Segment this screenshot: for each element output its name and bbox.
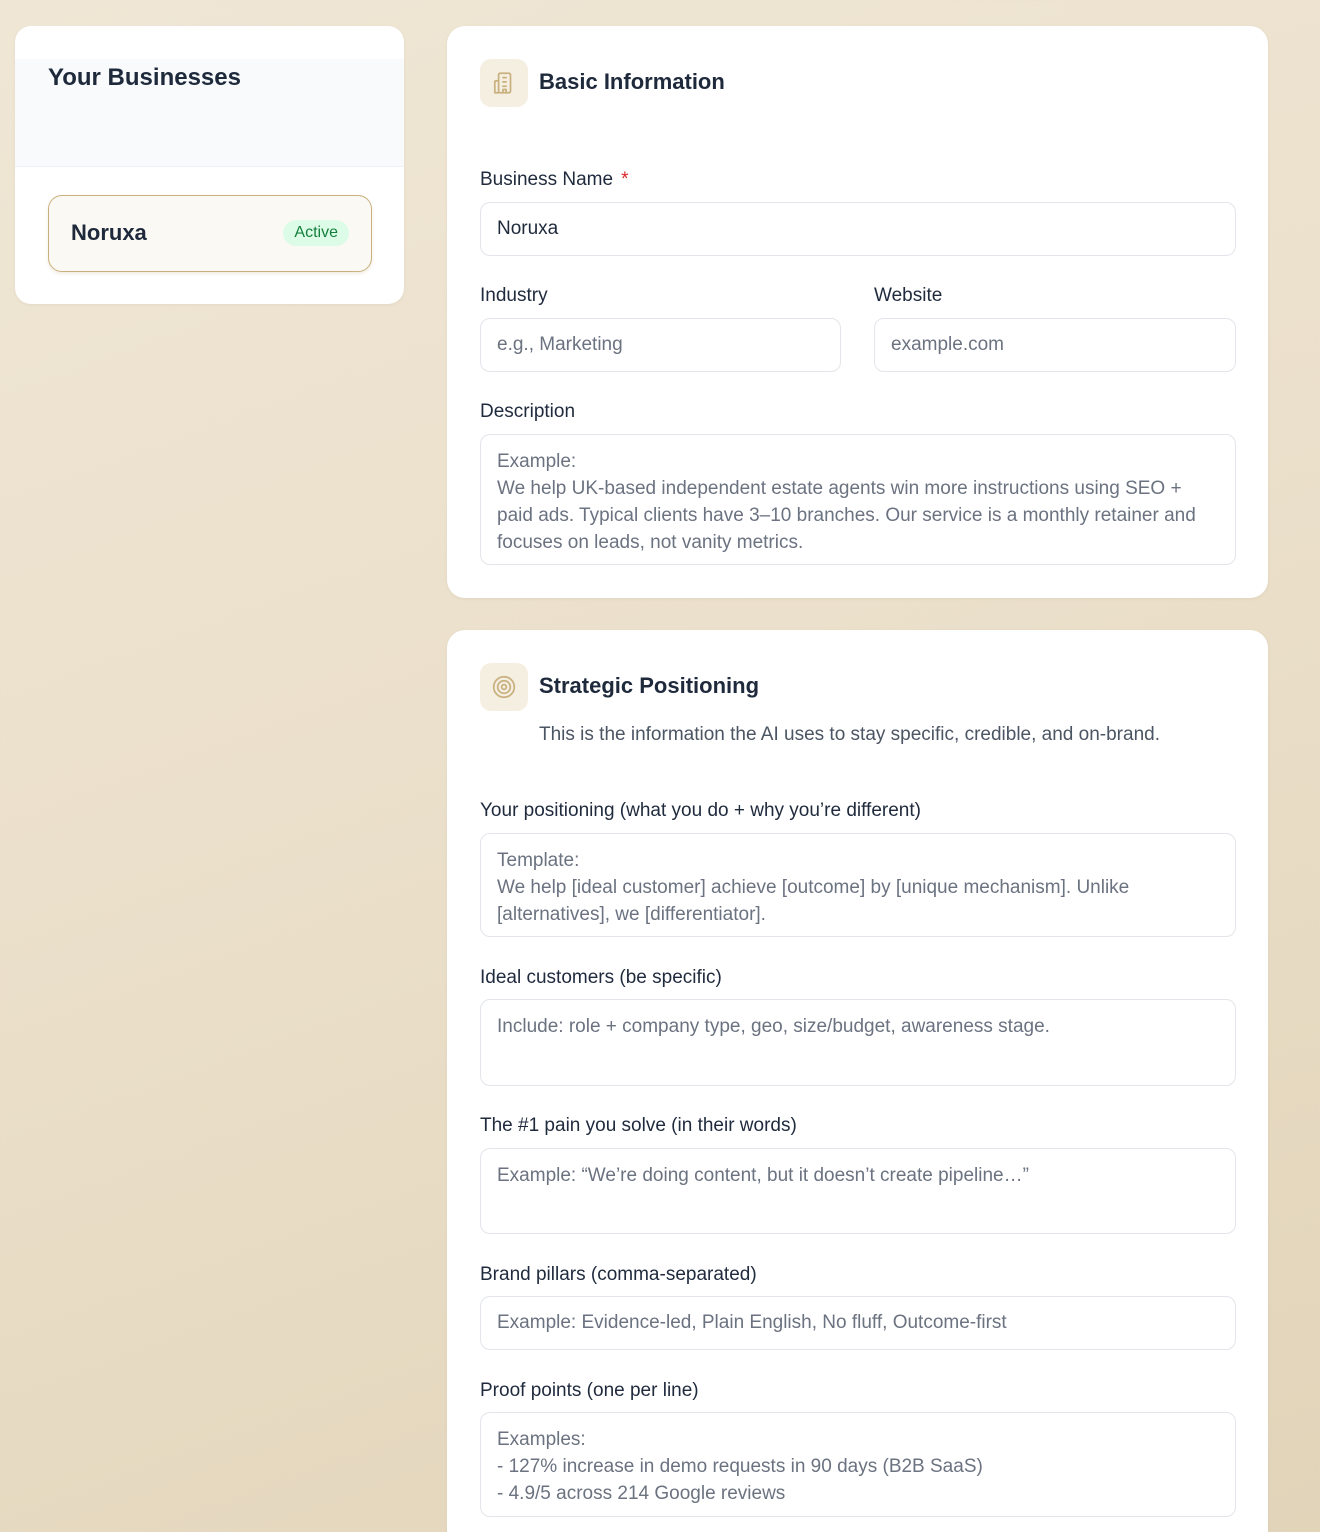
positioning-textarea[interactable] [480, 833, 1236, 937]
business-name-label: Business Name * [480, 169, 628, 191]
business-name: Noruxa [71, 220, 147, 245]
strategic-positioning-card: Strategic Positioning This is the inform… [447, 630, 1268, 1532]
strategic-positioning-title: Strategic Positioning [539, 673, 760, 698]
industry-input[interactable] [480, 318, 841, 372]
website-input[interactable] [874, 318, 1236, 372]
proof-points-textarea[interactable] [480, 1412, 1236, 1517]
proof-points-label: Proof points (one per line) [480, 1380, 699, 1401]
pain-textarea[interactable] [480, 1148, 1236, 1234]
pain-label: The #1 pain you solve (in their words) [480, 1115, 797, 1136]
status-badge: Active [283, 220, 349, 246]
ideal-customers-textarea[interactable] [480, 999, 1236, 1086]
building-icon [480, 59, 528, 107]
business-name-label-text: Business Name [480, 169, 614, 190]
target-icon [480, 663, 528, 711]
description-label: Description [480, 401, 576, 422]
industry-label: Industry [480, 285, 548, 306]
business-name-input[interactable] [480, 202, 1236, 256]
businesses-panel: Your Businesses Noruxa Active [15, 26, 404, 304]
basic-information-card: Basic Information Business Name * Industr… [447, 26, 1268, 598]
website-label: Website [874, 285, 943, 306]
strategic-positioning-subtitle: This is the information the AI uses to s… [539, 724, 1160, 745]
positioning-label: Your positioning (what you do + why you’… [480, 800, 921, 821]
businesses-title: Your Businesses [48, 64, 241, 91]
description-textarea[interactable] [480, 434, 1236, 565]
brand-pillars-label: Brand pillars (comma-separated) [480, 1264, 757, 1285]
brand-pillars-input[interactable] [480, 1296, 1236, 1350]
ideal-customers-label: Ideal customers (be specific) [480, 967, 722, 988]
required-mark: * [621, 169, 629, 190]
business-item-noruxa[interactable]: Noruxa Active [48, 195, 372, 272]
basic-information-title: Basic Information [539, 69, 725, 94]
